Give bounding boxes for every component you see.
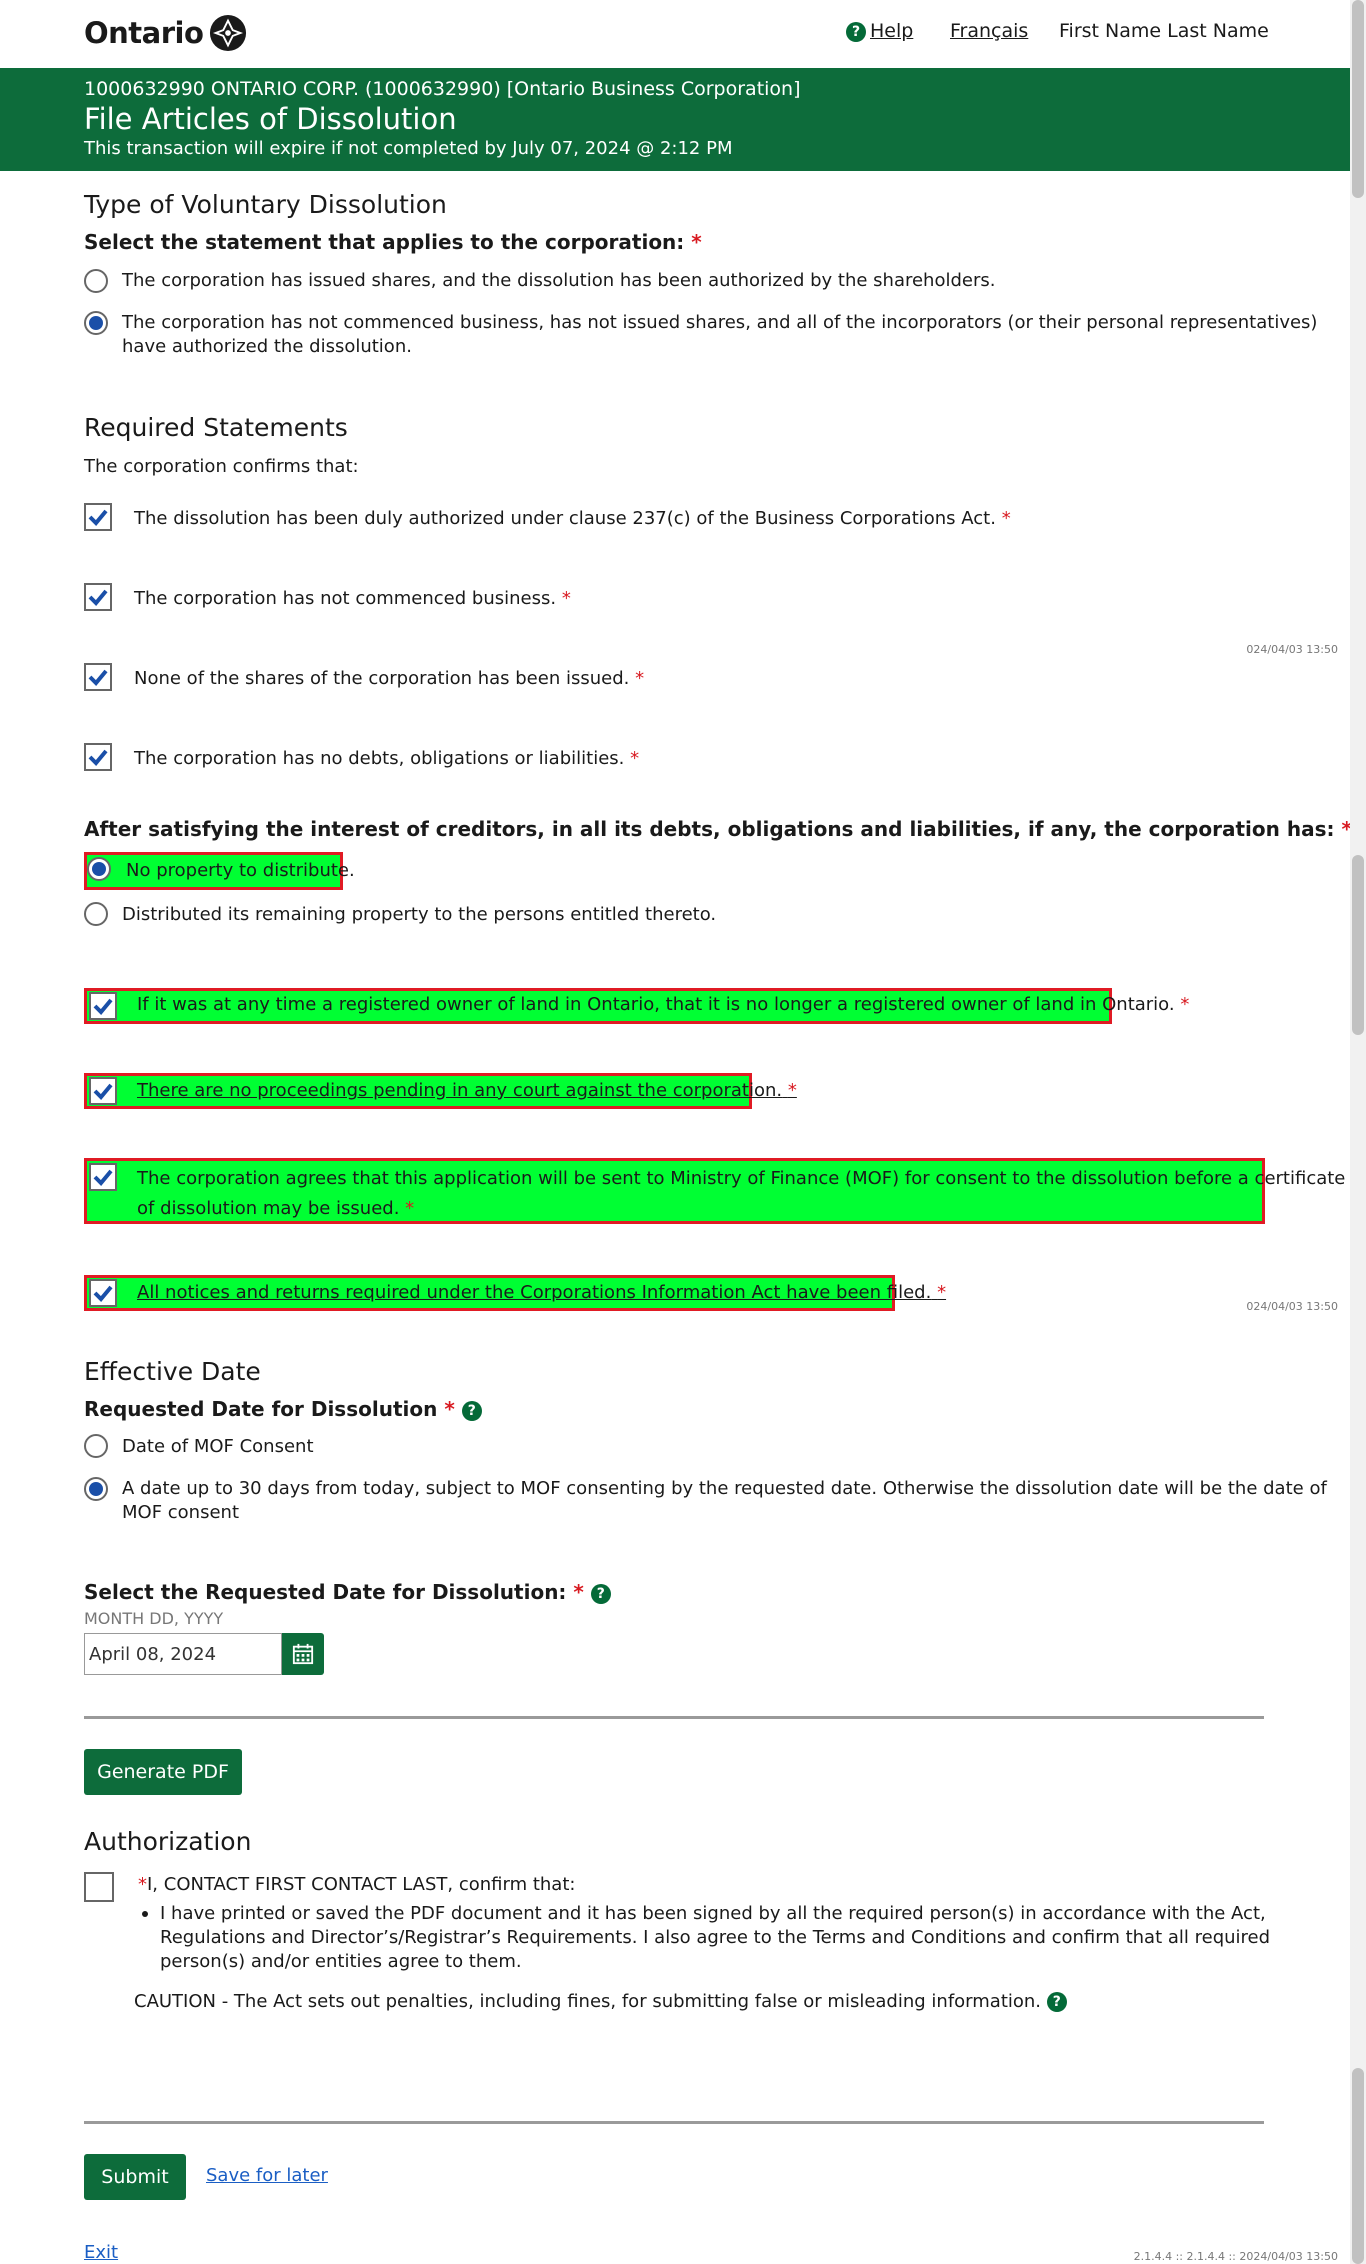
radio-distributed-property-label[interactable]: Distributed its remaining property to th…: [122, 903, 716, 927]
scrollbar-track[interactable]: [1350, 0, 1366, 2264]
checkmark-icon: [88, 669, 108, 686]
statement-label: The dissolution has been duly authorized…: [134, 508, 1011, 529]
caution-text: CAUTION - The Act sets out penalties, in…: [134, 1990, 1071, 2014]
statement-label: All notices and returns required under t…: [137, 1282, 947, 1303]
radio-no-property-label[interactable]: No property to distribute.: [126, 859, 355, 883]
scrollbar-thumb[interactable]: [1352, 855, 1364, 1035]
help-label[interactable]: Help: [870, 20, 913, 42]
radio-issued-shares-label[interactable]: The corporation has issued shares, and t…: [122, 269, 995, 293]
checkbox-no-debts[interactable]: [84, 743, 112, 771]
dissolution-type-question: Select the statement that applies to the…: [84, 230, 702, 254]
date-format-hint: MONTH DD, YYYY: [84, 1609, 224, 1628]
page-banner: 1000632990 ONTARIO CORP. (1000632990) [O…: [0, 68, 1350, 171]
radio-no-property[interactable]: [87, 857, 111, 881]
dissolution-type-heading: Type of Voluntary Dissolution: [84, 190, 447, 219]
checkmark-icon: [88, 749, 108, 766]
help-icon[interactable]: ?: [461, 1401, 482, 1421]
required-statements-intro: The corporation confirms that:: [84, 456, 359, 477]
checkbox-notices-filed[interactable]: [89, 1279, 117, 1307]
checkmark-icon: [93, 1083, 113, 1100]
checkbox-mof-consent[interactable]: [89, 1163, 117, 1191]
help-icon[interactable]: ?: [590, 1584, 611, 1604]
help-link[interactable]: ? Help: [846, 20, 913, 42]
section-divider: [84, 2121, 1264, 2124]
statement-label: If it was at any time a registered owner…: [137, 994, 1190, 1015]
radio-issued-shares[interactable]: [84, 269, 108, 293]
scrollbar-thumb[interactable]: [1352, 2068, 1364, 2264]
radio-mof-consent-date-label[interactable]: Date of MOF Consent: [122, 1435, 314, 1459]
help-icon: ?: [846, 22, 866, 42]
ontario-trillium-icon: [210, 14, 247, 52]
authorization-bullet: I have printed or saved the PDF document…: [138, 1902, 1270, 1974]
required-marker: *: [691, 230, 702, 254]
checkbox-not-commenced[interactable]: [84, 583, 112, 611]
expiry-notice: This transaction will expire if not comp…: [84, 138, 733, 159]
submit-button[interactable]: Submit: [84, 2154, 186, 2200]
scrollbar-thumb[interactable]: [1352, 0, 1364, 198]
calendar-button[interactable]: [282, 1633, 324, 1675]
checkbox-duly-authorized[interactable]: [84, 503, 112, 531]
bullet-dot: [142, 1911, 148, 1917]
date-select-question: Select the Requested Date for Dissolutio…: [84, 1580, 615, 1604]
radio-custom-date[interactable]: [84, 1477, 108, 1501]
statement-label: None of the shares of the corporation ha…: [134, 668, 645, 689]
effective-date-heading: Effective Date: [84, 1357, 261, 1386]
authorization-heading: Authorization: [84, 1827, 252, 1856]
ontario-logo[interactable]: Ontario: [84, 14, 247, 52]
checkmark-icon: [88, 589, 108, 606]
user-name[interactable]: First Name Last Name: [1059, 20, 1269, 42]
radio-not-commenced-label[interactable]: The corporation has not commenced busine…: [122, 311, 1317, 359]
checkbox-no-proceedings[interactable]: [89, 1077, 117, 1105]
authorization-confirm: *I, CONTACT FIRST CONTACT LAST, confirm …: [138, 1874, 576, 1895]
radio-mof-consent-date[interactable]: [84, 1434, 108, 1458]
statement-label: The corporation has not commenced busine…: [134, 588, 571, 609]
statement-label: The corporation has no debts, obligation…: [134, 748, 640, 769]
logo-text: Ontario: [84, 16, 204, 50]
page-title: File Articles of Dissolution: [84, 102, 457, 136]
statement-label: There are no proceedings pending in any …: [137, 1080, 797, 1101]
dissolution-date-input[interactable]: April 08, 2024: [84, 1633, 282, 1675]
help-icon[interactable]: ?: [1046, 1992, 1067, 2012]
checkmark-icon: [93, 998, 113, 1015]
timestamp-note: 024/04/03 13:50: [1246, 643, 1338, 656]
company-name: 1000632990 ONTARIO CORP. (1000632990) [O…: [84, 78, 801, 100]
checkbox-land-owner[interactable]: [89, 992, 117, 1020]
required-statements-heading: Required Statements: [84, 413, 348, 442]
save-for-later-link[interactable]: Save for later: [206, 2165, 328, 2186]
radio-not-commenced[interactable]: [84, 311, 108, 335]
calendar-icon: [292, 1643, 314, 1665]
radio-distributed-property[interactable]: [84, 902, 108, 926]
radio-custom-date-label[interactable]: A date up to 30 days from today, subject…: [122, 1477, 1327, 1525]
version-text: 2.1.4.4 :: 2.1.4.4 :: 2024/04/03 13:50: [1133, 2250, 1338, 2263]
property-question: After satisfying the interest of credito…: [84, 817, 1352, 841]
checkmark-icon: [88, 509, 108, 526]
site-header: Ontario ? Help Français First Name Last N…: [0, 0, 1350, 68]
timestamp-note: 024/04/03 13:50: [1246, 1300, 1338, 1313]
generate-pdf-button[interactable]: Generate PDF: [84, 1749, 242, 1795]
exit-link[interactable]: Exit: [84, 2242, 118, 2263]
section-divider: [84, 1716, 1264, 1719]
checkbox-no-shares[interactable]: [84, 663, 112, 691]
checkmark-icon: [93, 1285, 113, 1302]
checkbox-authorization[interactable]: [84, 1872, 114, 1902]
language-toggle-link[interactable]: Français: [950, 20, 1028, 42]
checkmark-icon: [93, 1169, 113, 1186]
requested-date-question: Requested Date for Dissolution * ?: [84, 1397, 486, 1421]
statement-label: The corporation agrees that this applica…: [137, 1168, 1346, 1219]
